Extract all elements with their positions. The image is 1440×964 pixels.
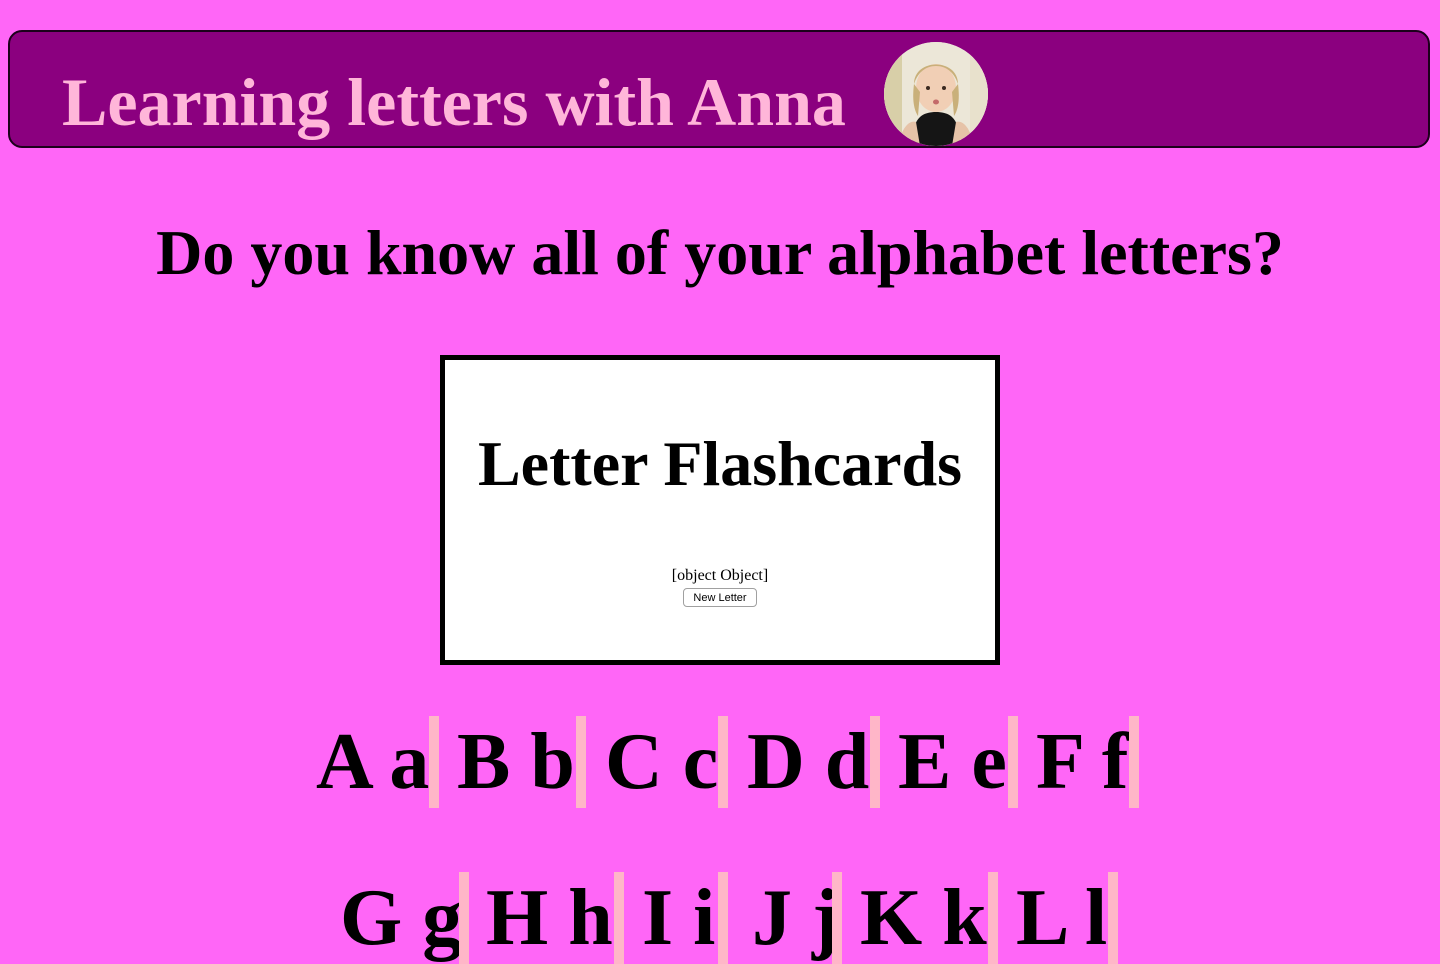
flashcard-letter-value: [object Object] bbox=[671, 567, 769, 584]
letter-pair[interactable]: G g bbox=[340, 872, 462, 964]
letter-pair[interactable]: D d bbox=[747, 716, 869, 808]
letter-divider bbox=[718, 716, 728, 808]
flashcard-title: Letter Flashcards bbox=[477, 428, 963, 499]
letter-divider bbox=[718, 872, 728, 964]
letter-pair[interactable]: L l bbox=[1016, 872, 1107, 964]
new-letter-button[interactable]: New Letter bbox=[683, 588, 757, 607]
avatar bbox=[884, 42, 988, 146]
letter-pair[interactable]: K k bbox=[860, 872, 987, 964]
letter-pair[interactable]: J j bbox=[752, 872, 839, 964]
flashcard-panel: Letter Flashcards [object Object] New Le… bbox=[440, 355, 1000, 665]
letter-divider bbox=[1108, 872, 1118, 964]
letters-row-2: G g H h I i J j K k L l bbox=[0, 872, 1440, 964]
letter-divider bbox=[614, 872, 624, 964]
child-portrait-icon bbox=[884, 42, 988, 146]
letter-divider bbox=[988, 872, 998, 964]
letter-divider bbox=[459, 872, 469, 964]
letter-pair[interactable]: C c bbox=[605, 716, 718, 808]
alphabet-question: Do you know all of your alphabet letters… bbox=[156, 217, 1284, 288]
letter-pair[interactable]: E e bbox=[898, 716, 1007, 808]
letter-pair[interactable]: F f bbox=[1036, 716, 1129, 808]
letter-divider bbox=[1008, 716, 1018, 808]
letter-pair[interactable]: B b bbox=[457, 716, 575, 808]
letter-divider bbox=[576, 716, 586, 808]
header-banner: Learning letters with Anna bbox=[8, 30, 1430, 148]
letter-pair[interactable]: H h bbox=[486, 872, 613, 964]
letter-divider bbox=[870, 716, 880, 808]
letters-row-1: A a B b C c D d E e F f bbox=[0, 716, 1440, 808]
site-title: Learning letters with Anna bbox=[62, 64, 846, 140]
letter-divider bbox=[1129, 716, 1139, 808]
letter-divider bbox=[832, 872, 842, 964]
letter-pair[interactable]: A a bbox=[316, 716, 429, 808]
letter-divider bbox=[429, 716, 439, 808]
letter-pair[interactable]: I i bbox=[642, 872, 715, 964]
